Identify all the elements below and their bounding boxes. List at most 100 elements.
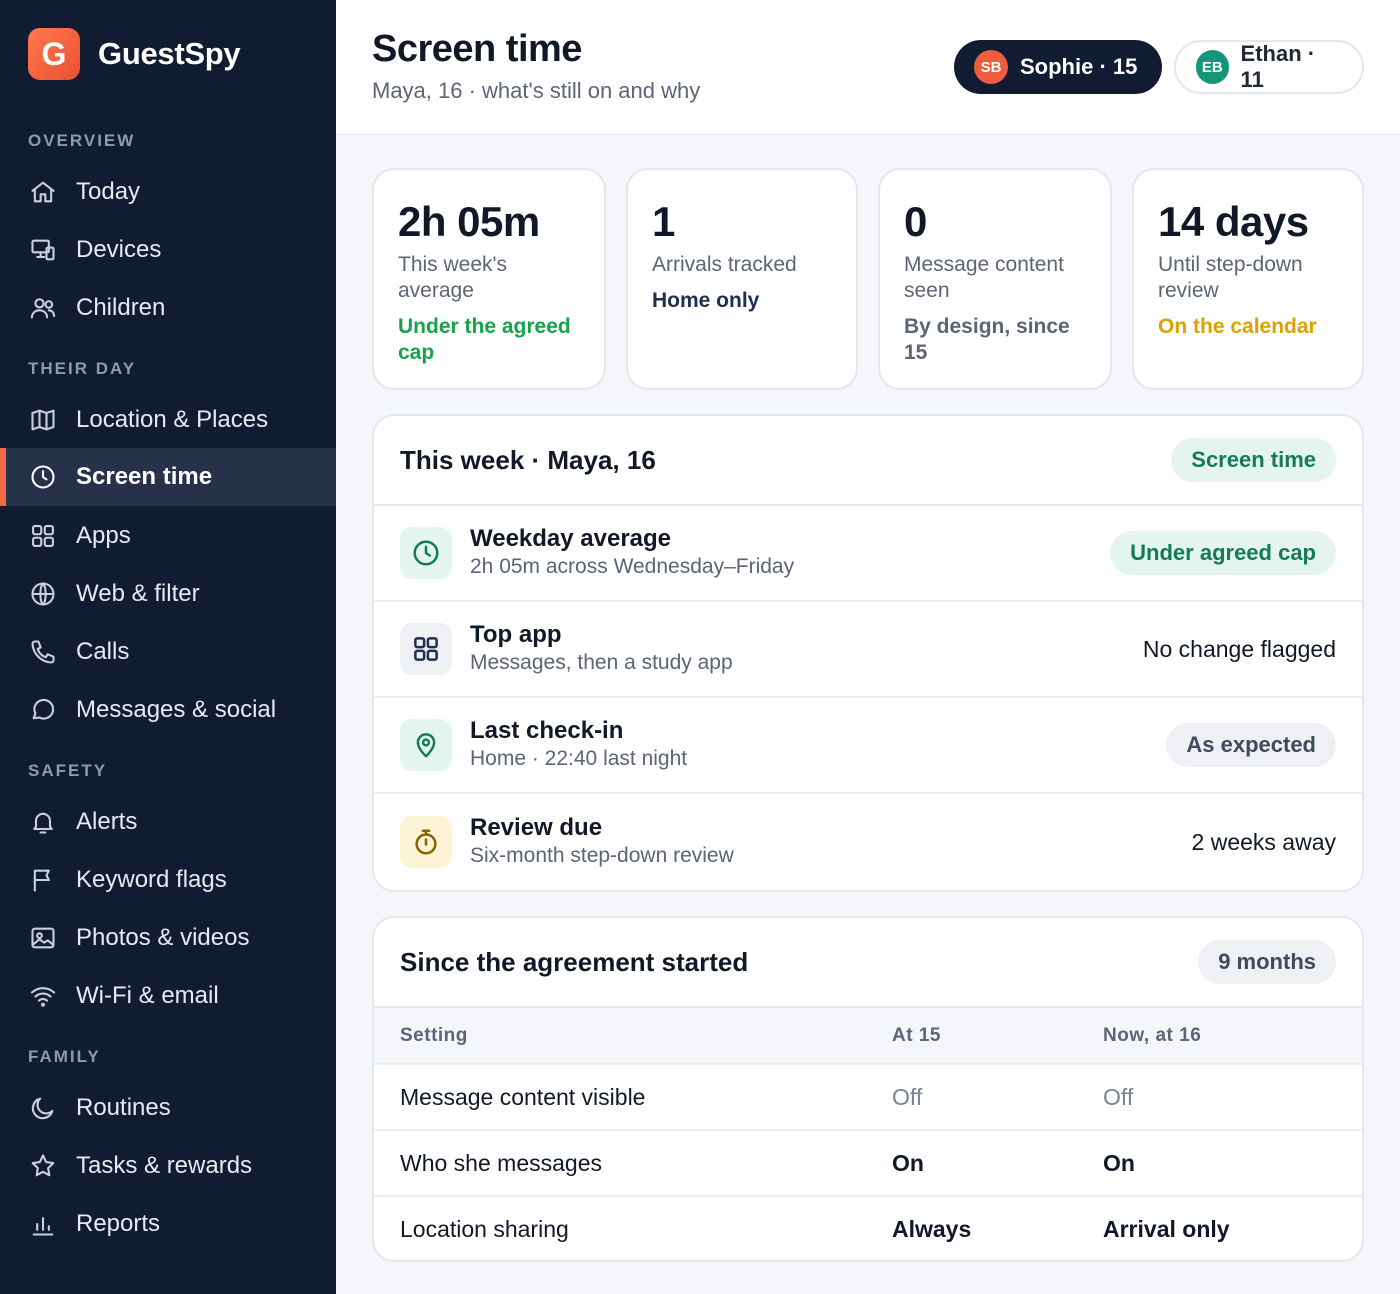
panel-header: Since the agreement started 9 months <box>374 918 1362 1008</box>
apps-icon <box>400 623 452 675</box>
child-switch-ethan[interactable]: EB Ethan · 11 <box>1174 40 1364 94</box>
settings-table: Setting At 15 Now, at 16 Message content… <box>374 1008 1362 1260</box>
row-subtitle: 2h 05m across Wednesday–Friday <box>470 555 795 578</box>
sidebar-item-reports[interactable]: Reports <box>0 1195 336 1253</box>
sidebar-item-label: Reports <box>76 1210 161 1237</box>
sidebar-item-routines[interactable]: Routines <box>0 1079 336 1137</box>
stat-card-review: 14 days Until step-down review On the ca… <box>1132 168 1364 390</box>
setting-name: Location sharing <box>400 1216 569 1242</box>
sidebar-item-label: Children <box>76 294 166 321</box>
bell-icon <box>28 807 58 837</box>
stat-label: Message content seen <box>904 253 1064 302</box>
sidebar-item-label: Messages & social <box>76 696 277 723</box>
row-status: No change flagged <box>1142 635 1336 662</box>
nav-section-their-day: THEIR DAY <box>28 359 137 378</box>
setting-name: Message content visible <box>374 1064 892 1131</box>
stat-value: 14 days <box>1158 198 1309 245</box>
list-item-top-app[interactable]: Top app Messages, then a study app No ch… <box>374 602 1362 698</box>
status-badge: Under agreed cap <box>1110 531 1336 575</box>
brand[interactable]: G GuestSpy <box>28 28 241 80</box>
list-item-last-check-in[interactable]: Last check-in Home · 22:40 last night As… <box>374 698 1362 794</box>
agreement-panel: Since the agreement started 9 months Set… <box>372 916 1364 1262</box>
panel-header: This week · Maya, 16 Screen time <box>374 416 1362 506</box>
column-header-at-15: At 15 <box>892 1008 1103 1065</box>
row-status: 2 weeks away <box>1191 828 1336 855</box>
globe-icon <box>28 579 58 609</box>
app-logo: G <box>28 28 80 80</box>
avatar: EB <box>1196 50 1229 84</box>
row-title: Weekday average <box>470 525 672 552</box>
stat-card-arrivals: 1 Arrivals tracked Home only <box>626 168 858 390</box>
sidebar-item-label: Location & Places <box>76 406 269 433</box>
stat-card-message-content: 0 Message content seen By design, since … <box>878 168 1112 390</box>
row-title: Last check-in <box>470 717 624 744</box>
sidebar-item-alerts[interactable]: Alerts <box>0 793 336 851</box>
wifi-icon <box>28 981 58 1011</box>
setting-at-15: Off <box>892 1064 1103 1131</box>
star-icon <box>28 1151 58 1181</box>
app-name: GuestSpy <box>98 36 241 71</box>
sidebar-item-location[interactable]: Location & Places <box>0 391 336 449</box>
sidebar-item-devices[interactable]: Devices <box>0 221 336 279</box>
sidebar-item-label: Calls <box>76 638 130 665</box>
stat-label: Arrivals tracked <box>652 253 797 276</box>
flag-icon <box>28 865 58 895</box>
sidebar-item-label: Wi-Fi & email <box>76 982 219 1009</box>
stat-value: 1 <box>652 198 675 245</box>
sidebar-item-label: Photos & videos <box>76 924 250 951</box>
stat-note: By design, since 15 <box>904 315 1070 364</box>
row-subtitle: Home · 22:40 last night <box>470 747 688 770</box>
sidebar-item-children[interactable]: Children <box>0 279 336 337</box>
sidebar-item-screen-time[interactable]: Screen time <box>0 448 336 506</box>
stat-note: Under the agreed cap <box>398 315 571 364</box>
chat-icon <box>28 695 58 725</box>
row-subtitle: Six-month step-down review <box>470 844 734 867</box>
stat-note: On the calendar <box>1158 315 1317 338</box>
list-item-weekday-average[interactable]: Weekday average 2h 05m across Wednesday–… <box>374 506 1362 602</box>
sidebar-item-photos[interactable]: Photos & videos <box>0 909 336 967</box>
screen-time-tag: Screen time <box>1171 438 1336 482</box>
setting-at-15: On <box>892 1130 1103 1197</box>
map-icon <box>28 405 58 435</box>
avatar: SB <box>974 50 1008 84</box>
sidebar-item-tasks[interactable]: Tasks & rewards <box>0 1137 336 1195</box>
status-badge: As expected <box>1166 723 1336 767</box>
duration-tag: 9 months <box>1198 940 1336 984</box>
nav-section-family: FAMILY <box>28 1047 101 1066</box>
child-label: Sophie · 15 <box>1020 54 1138 79</box>
table-row[interactable]: Who she messages On On <box>374 1130 1362 1197</box>
location-pin-icon <box>400 719 452 771</box>
child-switch-sophie[interactable]: SB Sophie · 15 <box>954 40 1162 94</box>
sidebar-item-apps[interactable]: Apps <box>0 507 336 565</box>
stat-note: Home only <box>652 289 760 312</box>
sidebar-item-web-filter[interactable]: Web & filter <box>0 565 336 623</box>
table-row[interactable]: Message content visible Off Off <box>374 1064 1362 1131</box>
this-week-panel: This week · Maya, 16 Screen time Weekday… <box>372 414 1364 892</box>
apps-icon <box>28 521 58 551</box>
sidebar-item-label: Web & filter <box>76 580 200 607</box>
bar-chart-icon <box>28 1209 58 1239</box>
table-row[interactable]: Location sharing Always Arrival only <box>374 1196 1362 1260</box>
nav-section-safety: SAFETY <box>28 761 108 780</box>
setting-now: On <box>1103 1130 1362 1197</box>
clock-icon <box>400 527 452 579</box>
sidebar-item-messages[interactable]: Messages & social <box>0 681 336 739</box>
setting-now: Off <box>1103 1064 1362 1131</box>
page-subtitle: Maya, 16 · what's still on and why <box>372 78 701 103</box>
stat-label: Until step-down review <box>1158 253 1303 302</box>
sidebar-item-label: Alerts <box>76 808 138 835</box>
sidebar-item-calls[interactable]: Calls <box>0 623 336 681</box>
sidebar-item-today[interactable]: Today <box>0 163 336 221</box>
home-icon <box>28 177 58 207</box>
list-item-review-due[interactable]: Review due Six-month step-down review 2 … <box>374 794 1362 890</box>
sidebar-item-keyword-flags[interactable]: Keyword flags <box>0 851 336 909</box>
nav-section-overview: OVERVIEW <box>28 131 136 150</box>
setting-now: Arrival only <box>1103 1216 1230 1242</box>
timer-icon <box>400 816 452 868</box>
sidebar-item-label: Apps <box>76 522 131 549</box>
child-label: Ethan · 11 <box>1240 41 1316 92</box>
moon-icon <box>28 1093 58 1123</box>
phone-icon <box>28 637 58 667</box>
stat-value: 0 <box>904 198 927 245</box>
sidebar-item-wifi-email[interactable]: Wi-Fi & email <box>0 967 336 1025</box>
